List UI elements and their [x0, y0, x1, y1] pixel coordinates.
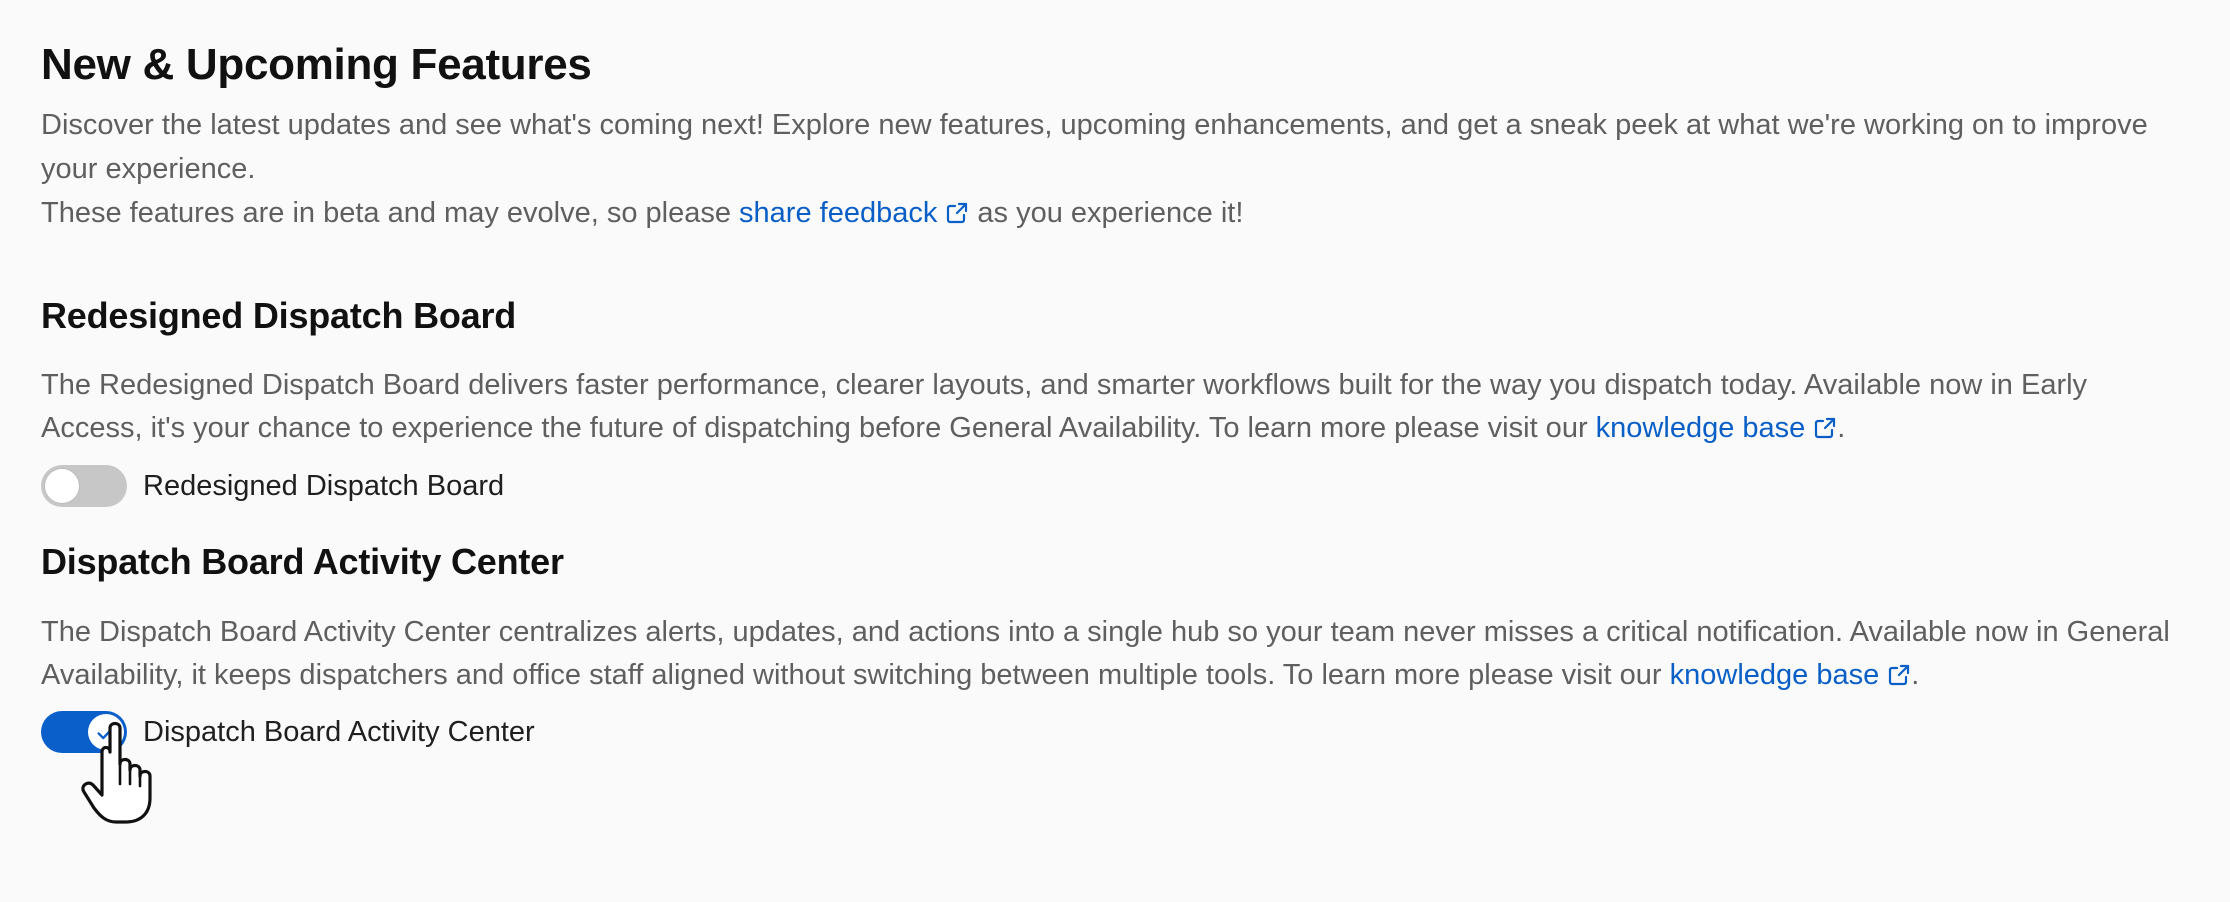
features-page: New & Upcoming Features Discover the lat…	[0, 0, 2230, 902]
toggle-label-activity-center: Dispatch Board Activity Center	[143, 716, 535, 748]
intro-text: Discover the latest updates and see what…	[41, 103, 2181, 235]
page-title: New & Upcoming Features	[41, 40, 592, 89]
feature-description-end: .	[1837, 412, 1846, 444]
feature-title-redesigned-dispatch-board: Redesigned Dispatch Board	[41, 295, 517, 336]
feature-description-activity-center: The Dispatch Board Activity Center centr…	[41, 611, 2181, 697]
toggle-switch-redesigned-dispatch-board[interactable]	[41, 465, 127, 507]
feature-title-activity-center: Dispatch Board Activity Center	[41, 541, 564, 582]
toggle-label-redesigned-dispatch-board: Redesigned Dispatch Board	[143, 470, 505, 502]
toggle-row-activity-center: Dispatch Board Activity Center	[41, 710, 535, 754]
external-link-icon	[945, 194, 969, 224]
share-feedback-link[interactable]: share feedback	[739, 197, 969, 229]
toggle-row-redesigned-dispatch-board: Redesigned Dispatch Board	[41, 464, 504, 508]
intro-text-after-link: as you experience it!	[969, 197, 1244, 229]
knowledge-base-link-label: knowledge base	[1669, 659, 1880, 691]
share-feedback-link-label: share feedback	[739, 197, 938, 229]
intro-paragraph-1: Discover the latest updates and see what…	[41, 109, 2148, 185]
knowledge-base-link-label: knowledge base	[1595, 412, 1806, 444]
external-link-icon	[1887, 657, 1911, 686]
feature-description-redesigned-dispatch-board: The Redesigned Dispatch Board delivers f…	[41, 364, 2181, 450]
knowledge-base-link[interactable]: knowledge base	[1670, 659, 1912, 691]
feature-description-end: .	[1911, 659, 1920, 691]
intro-text-before-link: These features are in beta and may evolv…	[41, 197, 740, 229]
toggle-knob	[44, 468, 80, 504]
check-icon	[97, 726, 115, 740]
intro-paragraph-2: These features are in beta and may evolv…	[41, 191, 2181, 235]
toggle-knob	[88, 714, 124, 750]
toggle-switch-activity-center[interactable]	[41, 711, 127, 753]
external-link-icon	[1813, 410, 1837, 439]
knowledge-base-link[interactable]: knowledge base	[1596, 412, 1838, 444]
